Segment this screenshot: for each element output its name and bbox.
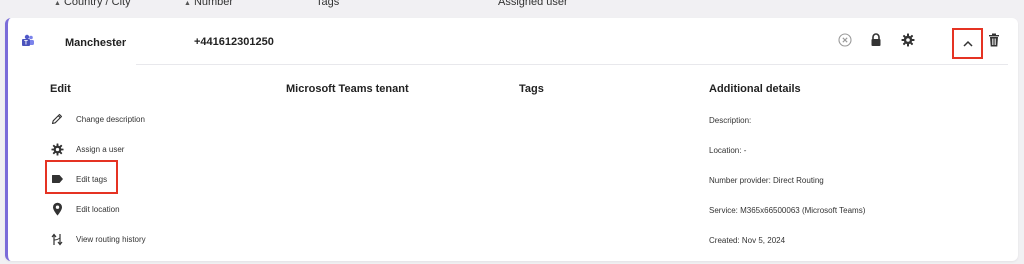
assign-user-label: Assign a user [76,144,125,154]
change-description-label: Change description [76,114,145,124]
column-header-tags[interactable]: Tags [316,0,339,8]
section-title-tenant: Microsoft Teams tenant [286,83,409,95]
view-routing-history-action[interactable]: View routing history [50,232,146,246]
section-title-tags: Tags [519,83,544,95]
sort-arrow-icon: ▲ [54,0,61,7]
column-header-assigned-user[interactable]: Assigned user [498,0,568,8]
edit-tags-highlight [45,160,118,194]
detail-service: Service: M365x66500063 (Microsoft Teams) [709,206,866,215]
location-pin-icon [50,202,64,216]
gear-icon [50,142,64,156]
collapse-button[interactable] [952,28,983,59]
column-header-country-city[interactable]: ▲ Country / City [54,0,131,8]
assign-user-action[interactable]: Assign a user [50,142,124,156]
lock-icon[interactable] [868,32,884,48]
number-row-card: T Manchester +441612301250 Edit Microsof… [5,18,1018,261]
column-header-number[interactable]: ▲ Number [184,0,233,8]
sort-arrow-icon: ▲ [184,0,191,7]
edit-location-action[interactable]: Edit location [50,202,120,216]
detail-created: Created: Nov 5, 2024 [709,236,786,245]
edit-location-label: Edit location [76,204,120,214]
view-routing-history-label: View routing history [76,234,146,244]
trash-icon[interactable] [986,32,1002,48]
change-description-action[interactable]: Change description [50,112,145,126]
row-city: Manchester [65,37,127,49]
detail-description: Description: [709,116,752,125]
clear-icon[interactable] [837,32,853,48]
routing-icon [50,232,64,246]
pencil-icon [50,112,64,126]
detail-number-provider: Number provider: Direct Routing [709,176,824,185]
row-divider [136,64,1008,65]
detail-location: Location: - [709,146,747,155]
microsoft-teams-icon: T [21,34,35,48]
row-number: +441612301250 [194,36,274,48]
section-title-edit: Edit [50,83,71,95]
svg-text:T: T [24,41,28,47]
chevron-up-icon [962,40,973,47]
gear-icon[interactable] [900,32,916,48]
section-title-additional-details: Additional details [709,83,801,95]
